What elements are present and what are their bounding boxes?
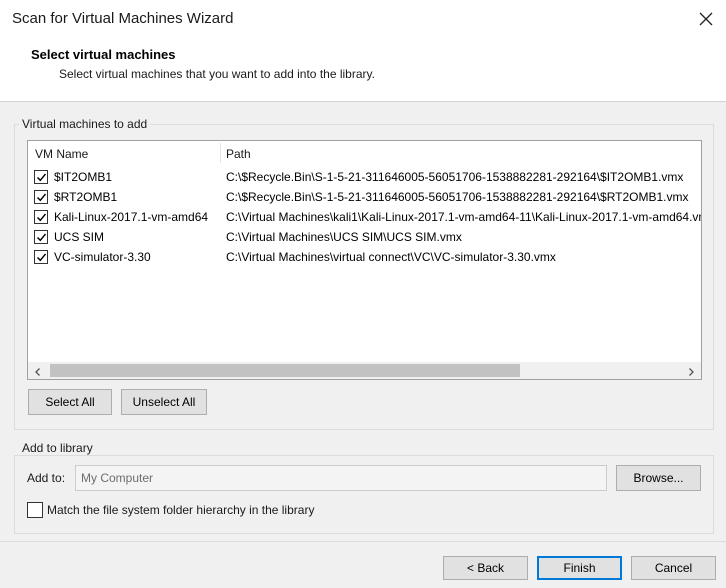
list-item[interactable]: VC-simulator-3.30 C:\Virtual Machines\vi… (28, 247, 701, 267)
vm-path: C:\$Recycle.Bin\S-1-5-21-311646005-56051… (226, 170, 684, 184)
scrollbar-thumb[interactable] (50, 364, 520, 377)
vms-group-label: Virtual machines to add (19, 117, 151, 131)
library-group-label: Add to library (19, 441, 96, 455)
cancel-button[interactable]: Cancel (631, 556, 716, 580)
row-checkbox[interactable] (34, 230, 48, 244)
wizard-header: Select virtual machines Select virtual m… (0, 38, 726, 102)
column-vm-name[interactable]: VM Name (35, 147, 88, 161)
match-hierarchy-checkbox[interactable] (27, 502, 43, 518)
page-subtitle: Select virtual machines that you want to… (59, 67, 375, 81)
vm-path: C:\Virtual Machines\virtual connect\VC\V… (226, 250, 556, 264)
title-bar: Scan for Virtual Machines Wizard (0, 0, 726, 38)
vm-name: UCS SIM (54, 230, 105, 244)
horizontal-scrollbar[interactable] (28, 362, 701, 379)
list-item[interactable]: $IT2OMB1 C:\$Recycle.Bin\S-1-5-21-311646… (28, 167, 701, 187)
vm-path: C:\Virtual Machines\kali1\Kali-Linux-201… (226, 210, 702, 224)
browse-button[interactable]: Browse... (616, 465, 701, 491)
unselect-all-button[interactable]: Unselect All (121, 389, 207, 415)
vm-path: C:\Virtual Machines\UCS SIM\UCS SIM.vmx (226, 230, 462, 244)
add-to-field[interactable]: My Computer (75, 465, 607, 491)
scroll-left-icon[interactable] (33, 366, 43, 376)
vm-name: VC-simulator-3.30 (54, 250, 151, 264)
vm-path: C:\$Recycle.Bin\S-1-5-21-311646005-56051… (226, 190, 689, 204)
row-checkbox[interactable] (34, 250, 48, 264)
page-title: Select virtual machines (31, 47, 176, 62)
footer-divider (0, 541, 726, 542)
vm-name: $RT2OMB1 (54, 190, 118, 204)
list-item[interactable]: Kali-Linux-2017.1-vm-amd64 C:\Virtual Ma… (28, 207, 701, 227)
list-item[interactable]: $RT2OMB1 C:\$Recycle.Bin\S-1-5-21-311646… (28, 187, 701, 207)
finish-button[interactable]: Finish (537, 556, 622, 580)
add-to-label: Add to: (27, 471, 66, 485)
row-checkbox[interactable] (34, 190, 48, 204)
select-all-button[interactable]: Select All (28, 389, 112, 415)
column-path[interactable]: Path (226, 147, 251, 161)
row-checkbox[interactable] (34, 210, 48, 224)
window-title: Scan for Virtual Machines Wizard (12, 10, 234, 27)
list-header: VM Name Path (28, 141, 701, 165)
row-checkbox[interactable] (34, 170, 48, 184)
column-separator[interactable] (220, 143, 221, 163)
vm-list[interactable]: VM Name Path $IT2OMB1 C:\$Recycle.Bin\S-… (27, 140, 702, 380)
back-button[interactable]: < Back (443, 556, 528, 580)
vm-name: $IT2OMB1 (54, 170, 113, 184)
list-item[interactable]: UCS SIM C:\Virtual Machines\UCS SIM\UCS … (28, 227, 701, 247)
close-icon[interactable] (696, 9, 716, 29)
vm-name: Kali-Linux-2017.1-vm-amd64 (54, 210, 209, 224)
scroll-right-icon[interactable] (686, 366, 696, 376)
match-hierarchy-label[interactable]: Match the file system folder hierarchy i… (47, 503, 314, 517)
